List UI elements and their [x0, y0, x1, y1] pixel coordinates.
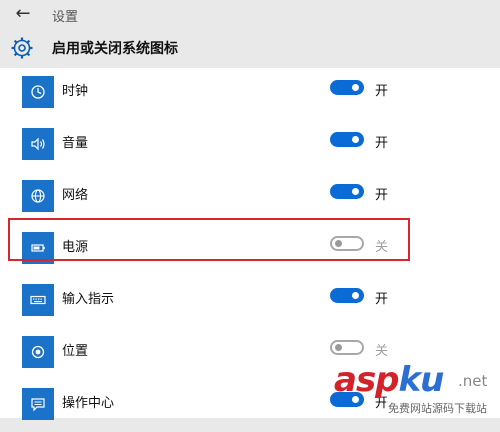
location-toggle[interactable] — [330, 340, 364, 355]
row-clock: 时钟 开 — [0, 68, 500, 120]
clock-toggle[interactable] — [330, 80, 364, 95]
toggle-state-label: 开 — [375, 292, 389, 307]
toggle-knob — [335, 344, 342, 351]
toggle-knob — [352, 292, 359, 299]
location-icon — [22, 336, 54, 368]
row-label: 音量 — [62, 136, 89, 151]
action-center-icon — [22, 388, 54, 420]
window-title: 设置 — [52, 10, 79, 25]
row-network: 网络 开 — [0, 172, 500, 224]
watermark-brand: aspku — [334, 360, 444, 400]
watermark-logo: aspku .net 免费网站源码下载站 — [334, 360, 500, 418]
toggle-state-label: 开 — [375, 84, 389, 99]
row-label: 时钟 — [62, 84, 89, 99]
toggle-knob — [352, 188, 359, 195]
page-header: 启用或关闭系统图标 — [0, 30, 500, 68]
clock-icon — [22, 76, 54, 108]
row-label: 操作中心 — [62, 396, 115, 411]
network-toggle[interactable] — [330, 184, 364, 199]
watermark-subtitle: 免费网站源码下载站 — [386, 400, 489, 416]
toggle-state-label: 开 — [375, 188, 389, 203]
row-label: 网络 — [62, 188, 89, 203]
network-globe-icon — [22, 180, 54, 212]
highlight-box — [8, 218, 410, 261]
row-label: 位置 — [62, 344, 89, 359]
volume-toggle[interactable] — [330, 132, 364, 147]
volume-icon — [22, 128, 54, 160]
title-bar: ← 设置 — [0, 0, 500, 30]
toggle-state-label: 开 — [375, 136, 389, 151]
watermark-suffix: .net — [458, 372, 488, 390]
toggle-state-label: 关 — [375, 344, 389, 359]
keyboard-icon — [22, 284, 54, 316]
page-title: 启用或关闭系统图标 — [52, 41, 178, 57]
row-label: 输入指示 — [62, 292, 115, 307]
input-indicator-toggle[interactable] — [330, 288, 364, 303]
toggle-knob — [352, 84, 359, 91]
row-input-indicator: 输入指示 开 — [0, 276, 500, 328]
toggle-knob — [352, 136, 359, 143]
gear-icon — [11, 37, 33, 59]
row-volume: 音量 开 — [0, 120, 500, 172]
back-arrow-icon[interactable]: ← — [12, 3, 34, 25]
